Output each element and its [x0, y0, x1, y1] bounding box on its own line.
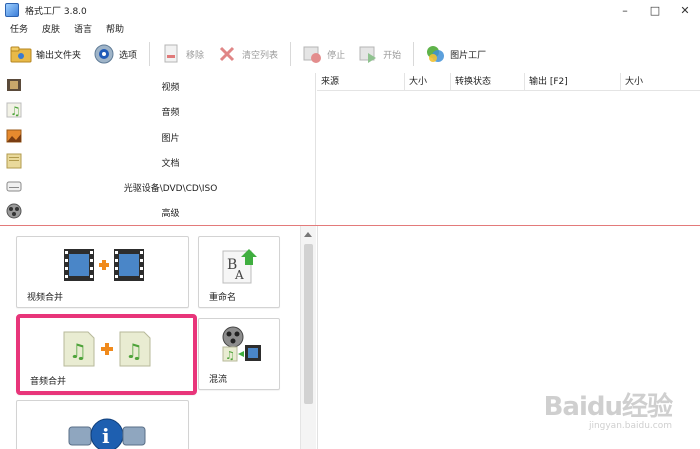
options-button[interactable]: 选项 [93, 43, 137, 65]
picture-icon [6, 128, 22, 144]
minimize-button[interactable]: – [610, 0, 640, 20]
watermark: Baidu经验 jingyan.baidu.com [543, 386, 673, 431]
category-audio-label: 音频 [161, 108, 180, 119]
category-picture-label: 图片 [161, 133, 180, 144]
clear-list-button[interactable]: 清空列表 [216, 43, 278, 65]
music-note-icon: ♫ [6, 102, 22, 118]
menu-bar: 任务 皮肤 语言 帮助 [0, 20, 138, 36]
mix-tool[interactable]: ♫ 混流 [198, 318, 280, 390]
header-convert-status[interactable]: 转换状态 [451, 73, 525, 90]
title-bar: 格式工厂 3.8.0 – □ ✕ [0, 0, 700, 20]
tools-panel: 视频合并 B A 重命名 ♫ ♫ 音频合并 ♫ 混流 i [0, 226, 316, 449]
header-output-size[interactable]: 大小 [621, 73, 700, 90]
picture-factory-label: 图片工厂 [450, 50, 487, 61]
stop-label: 停止 [327, 50, 346, 61]
options-label: 选项 [119, 50, 138, 61]
stop-icon [301, 43, 323, 65]
menu-task[interactable]: 任务 [10, 22, 28, 35]
menu-language[interactable]: 语言 [74, 22, 92, 35]
svg-text:i: i [102, 424, 110, 448]
tools-scrollbar[interactable] [300, 226, 316, 449]
svg-text:♫: ♫ [125, 339, 143, 363]
picture-factory-icon [424, 43, 446, 65]
document-icon [6, 153, 22, 169]
svg-text:♫: ♫ [69, 339, 87, 363]
close-button[interactable]: ✕ [670, 0, 700, 20]
audio-merge-tool[interactable]: ♫ ♫ 音频合并 [16, 314, 197, 395]
clear-x-icon [216, 43, 238, 65]
media-info-tool[interactable]: i [16, 400, 189, 449]
toolbar-separator [290, 42, 292, 66]
audio-merge-icon: ♫ ♫ [63, 331, 151, 367]
mix-icon: ♫ [222, 326, 261, 362]
category-video-label: 视频 [161, 83, 180, 93]
toolbar-separator [413, 42, 415, 66]
remove-icon [160, 43, 182, 65]
start-label: 开始 [383, 50, 402, 61]
table-header-row: 来源 大小 转换状态 输出 [F2] 大小 [317, 73, 700, 91]
svg-text:♫: ♫ [225, 349, 235, 362]
format-factory-window: 格式工厂 3.8.0 – □ ✕ 任务 皮肤 语言 帮助 输出文件夹 选项 移除… [0, 0, 700, 449]
category-list: 视频 ♫ 音频 图片 文档 光驱设备\DVD\CD\ISO 高级 [0, 73, 316, 225]
scroll-up-arrow-icon[interactable] [304, 232, 312, 237]
category-optical-drive-label: 光驱设备\DVD\CD\ISO [123, 184, 218, 195]
window-controls: – □ ✕ [610, 0, 700, 20]
film-icon [6, 77, 22, 93]
rename-label: 重命名 [209, 293, 237, 303]
maximize-button[interactable]: □ [640, 0, 670, 20]
rename-icon: B A [222, 249, 257, 284]
app-icon [5, 3, 19, 17]
video-merge-tool[interactable]: 视频合并 [16, 236, 189, 308]
category-document[interactable]: 文档 [0, 149, 315, 174]
mix-label: 混流 [209, 375, 228, 385]
options-gear-icon [93, 43, 115, 65]
start-button[interactable]: 开始 [357, 43, 401, 65]
output-folder-button[interactable]: 输出文件夹 [10, 43, 81, 65]
folder-icon [10, 43, 32, 65]
category-audio[interactable]: ♫ 音频 [0, 98, 315, 123]
category-video[interactable]: 视频 [0, 73, 315, 98]
start-icon [357, 43, 379, 65]
scroll-thumb[interactable] [304, 244, 313, 404]
window-title: 格式工厂 3.8.0 [25, 6, 87, 17]
task-table: 来源 大小 转换状态 输出 [F2] 大小 [317, 73, 700, 225]
svg-text:A: A [234, 268, 244, 282]
stop-button[interactable]: 停止 [301, 43, 345, 65]
picture-factory-button[interactable]: 图片工厂 [424, 43, 486, 65]
disc-drive-icon [6, 178, 22, 194]
output-folder-label: 输出文件夹 [36, 50, 82, 61]
toolbar: 输出文件夹 选项 移除 清空列表 停止 开始 图片工厂 [0, 37, 700, 71]
audio-merge-label: 音频合并 [30, 377, 67, 387]
menu-skin[interactable]: 皮肤 [42, 22, 60, 35]
video-merge-icon [64, 249, 144, 281]
clear-list-label: 清空列表 [242, 50, 279, 61]
remove-label: 移除 [186, 50, 205, 61]
category-document-label: 文档 [161, 158, 180, 169]
category-optical-drive[interactable]: 光驱设备\DVD\CD\ISO [0, 174, 315, 199]
info-icon: i [68, 418, 146, 449]
svg-text:♫: ♫ [10, 104, 21, 118]
toolbar-separator [149, 42, 151, 66]
rename-tool[interactable]: B A 重命名 [198, 236, 280, 308]
reel-icon [6, 203, 22, 219]
remove-button[interactable]: 移除 [160, 43, 204, 65]
watermark-logo: Baidu经验 [543, 392, 673, 422]
header-size[interactable]: 大小 [405, 73, 451, 90]
header-output[interactable]: 输出 [F2] [525, 73, 621, 90]
category-advanced[interactable]: 高级 [0, 199, 315, 224]
category-picture[interactable]: 图片 [0, 124, 315, 149]
header-source[interactable]: 来源 [317, 73, 405, 90]
video-merge-label: 视频合并 [27, 293, 64, 303]
menu-help[interactable]: 帮助 [106, 22, 124, 35]
category-advanced-label: 高级 [161, 209, 180, 220]
